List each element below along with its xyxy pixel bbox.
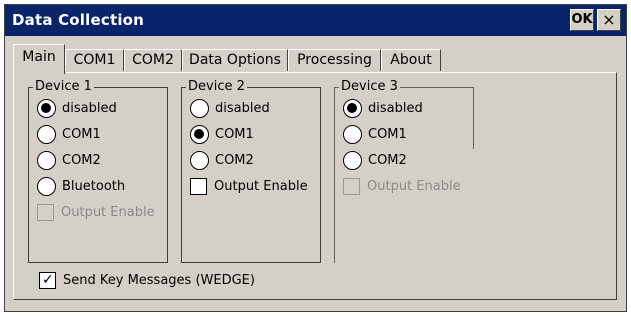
device-3-option-label: disabled (368, 100, 423, 116)
device-2-output-enable-checkbox[interactable]: Output Enable (190, 175, 308, 197)
device-3-option-label: COM1 (368, 126, 407, 142)
device-3-radio-com2[interactable]: COM2 (343, 149, 407, 171)
tab-data-options[interactable]: Data Options (182, 49, 288, 71)
window-title: Data Collection (12, 11, 145, 29)
main-tab-panel: Device 1 disabled COM1 COM2 Bluetooth Ou… (13, 72, 617, 300)
send-key-messages-label: Send Key Messages (WEDGE) (63, 272, 255, 288)
tab-main[interactable]: Main (13, 44, 65, 74)
device-2-title: Device 2 (186, 79, 247, 95)
device-3-radio-com1[interactable]: COM1 (343, 123, 407, 145)
radio-icon (37, 124, 56, 144)
radio-selected-icon (190, 124, 209, 144)
radio-icon (37, 150, 56, 170)
device-2-option-label: COM1 (215, 126, 254, 142)
tab-about[interactable]: About (381, 49, 441, 71)
checkbox-icon (190, 177, 207, 195)
send-key-messages-checkbox[interactable]: ✓ Send Key Messages (WEDGE) (39, 269, 255, 291)
checkbox-icon (37, 203, 54, 221)
radio-icon (343, 124, 362, 144)
device-2-radio-disabled[interactable]: disabled (190, 97, 270, 119)
device-2-option-label: COM2 (215, 152, 254, 168)
checkbox-icon (343, 177, 360, 195)
device-3-radio-disabled[interactable]: disabled (343, 97, 423, 119)
device-1-title: Device 1 (33, 79, 94, 95)
radio-icon (190, 98, 209, 118)
device-3-option-label: COM2 (368, 152, 407, 168)
device-2-group: Device 2 disabled COM1 COM2 Output Enabl… (181, 79, 321, 263)
device-3-group: Device 3 disabled COM1 COM2 Output Enabl… (334, 79, 474, 263)
title-bar: Data Collection OK × (5, 5, 626, 36)
ok-button[interactable]: OK (570, 9, 594, 31)
tab-data-options-label: Data Options (189, 52, 281, 68)
device-1-group: Device 1 disabled COM1 COM2 Bluetooth Ou… (28, 79, 168, 263)
tab-com1[interactable]: COM1 (65, 49, 124, 71)
radio-icon (190, 150, 209, 170)
device-1-radio-bluetooth[interactable]: Bluetooth (37, 175, 125, 197)
radio-selected-icon (343, 98, 362, 118)
device-1-option-label: Bluetooth (62, 178, 126, 194)
device-2-option-label: disabled (215, 100, 270, 116)
device-2-radio-com2[interactable]: COM2 (190, 149, 254, 171)
device-1-radio-com2[interactable]: COM2 (37, 149, 101, 171)
data-collection-window: Data Collection OK × Main COM1 COM2 Data… (4, 4, 627, 312)
radio-icon (37, 176, 56, 196)
device-2-radio-com1[interactable]: COM1 (190, 123, 254, 145)
tab-processing-label: Processing (297, 52, 372, 68)
device-1-option-label: disabled (62, 100, 117, 116)
device-3-output-enable-label: Output Enable (367, 178, 461, 194)
radio-icon (343, 150, 362, 170)
device-3-title: Device 3 (339, 79, 400, 95)
close-icon[interactable]: × (597, 9, 621, 31)
device-1-radio-com1[interactable]: COM1 (37, 123, 101, 145)
tab-main-label: Main (22, 49, 56, 65)
tab-com2-label: COM2 (132, 52, 174, 68)
checkbox-checked-icon: ✓ (39, 271, 56, 289)
device-1-option-label: COM2 (62, 152, 101, 168)
device-3-output-enable-checkbox: Output Enable (343, 175, 461, 197)
tab-com1-label: COM1 (73, 52, 116, 68)
device-1-output-enable-label: Output Enable (61, 204, 155, 220)
device-1-output-enable-checkbox: Output Enable (37, 201, 155, 223)
tab-processing[interactable]: Processing (288, 49, 381, 71)
tab-com2[interactable]: COM2 (124, 49, 182, 71)
device-1-option-label: COM1 (62, 126, 101, 142)
device-1-radio-disabled[interactable]: disabled (37, 97, 117, 119)
tab-about-label: About (390, 52, 432, 68)
radio-selected-icon (37, 98, 56, 118)
device-2-output-enable-label: Output Enable (214, 178, 308, 194)
